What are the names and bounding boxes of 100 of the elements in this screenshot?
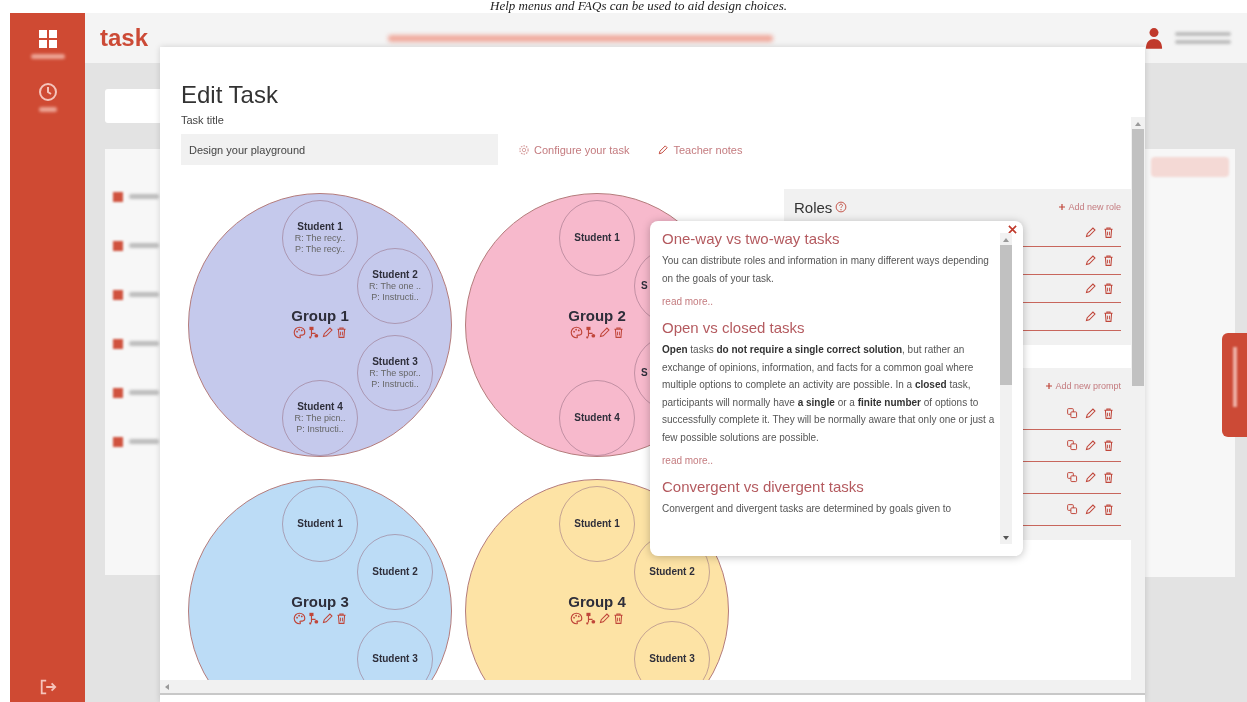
copy-icon[interactable] <box>1066 407 1079 420</box>
scrollbar[interactable] <box>1131 117 1145 680</box>
edit-icon[interactable] <box>1084 471 1097 484</box>
blurred-text <box>38 107 57 112</box>
student-detail: P: Instructi.. <box>296 424 344 435</box>
trash-icon[interactable] <box>611 612 625 625</box>
student-name: Student 1 <box>297 221 343 233</box>
grid-icon[interactable] <box>37 29 58 49</box>
palette-icon[interactable] <box>292 612 306 625</box>
trash-icon[interactable] <box>1102 407 1115 420</box>
edit-icon[interactable] <box>597 326 611 339</box>
edit-icon <box>657 143 670 156</box>
edit-icon[interactable] <box>1084 254 1097 267</box>
edit-icon[interactable] <box>1084 503 1097 516</box>
student-name: Student 3 <box>372 653 418 665</box>
trash-icon[interactable] <box>1102 282 1115 295</box>
student-name: Student 4 <box>297 401 343 413</box>
hierarchy-icon[interactable] <box>306 612 320 625</box>
caption: Help menus and FAQs can be used to aid design choices. <box>489 0 788 13</box>
read-more-link[interactable]: read more.. <box>662 295 998 309</box>
hierarchy-icon[interactable] <box>306 326 320 339</box>
trash-icon[interactable] <box>1102 471 1115 484</box>
student-name: Student 1 <box>574 518 620 530</box>
list-icon <box>113 338 123 349</box>
blurred-text <box>1175 32 1231 36</box>
user-icon[interactable] <box>1145 27 1163 49</box>
edit-icon[interactable] <box>320 326 334 339</box>
scrollbar[interactable] <box>160 680 1145 695</box>
panel-title: Roles <box>794 198 833 216</box>
palette-icon[interactable] <box>569 612 583 625</box>
edit-icon[interactable] <box>320 612 334 625</box>
section-heading: Open vs closed tasks <box>662 318 806 337</box>
help-icon[interactable] <box>835 201 848 213</box>
read-more-link[interactable]: read more.. <box>662 454 998 468</box>
trash-icon[interactable] <box>1102 310 1115 323</box>
group-name: Group 1 <box>291 307 349 325</box>
trash-icon[interactable] <box>1102 439 1115 452</box>
blurred-text <box>30 54 65 59</box>
clock-icon[interactable] <box>37 82 58 102</box>
student-name: Student 3 <box>372 356 418 368</box>
feedback-tab[interactable] <box>1222 333 1247 437</box>
blurred-text <box>129 439 159 444</box>
student-detail: P: The recy.. <box>294 244 346 255</box>
list-icon <box>113 240 123 251</box>
blurred-text <box>1175 40 1231 44</box>
section-heading: One-way vs two-way tasks <box>662 229 841 248</box>
blurred-text <box>129 390 159 395</box>
palette-icon[interactable] <box>569 326 583 339</box>
list-icon <box>113 289 123 300</box>
trash-icon[interactable] <box>611 326 625 339</box>
trash-icon[interactable] <box>334 612 348 625</box>
student-name: S <box>641 367 648 379</box>
student-detail: R: The one .. <box>369 281 421 292</box>
student-detail: R: The picn.. <box>294 413 346 424</box>
edit-icon[interactable] <box>597 612 611 625</box>
palette-icon[interactable] <box>292 326 306 339</box>
hierarchy-icon[interactable] <box>583 326 597 339</box>
section-text: Open tasks do not require a single correct solution, but rather an exchange of opinions, information, and facts for a common goal where multiple options to complete an activity are possible. In a closed task, participants will normally have a single or a finite number of options to successfully complete it. They will be normally aware that only one or just a few possible solutions are possible. <box>662 343 996 445</box>
edit-icon[interactable] <box>1084 439 1097 452</box>
blurred-text <box>129 194 159 199</box>
trash-icon[interactable] <box>1102 503 1115 516</box>
edit-icon[interactable] <box>1084 407 1097 420</box>
scrollbar[interactable] <box>1000 233 1012 544</box>
group-name: Group 2 <box>568 307 626 325</box>
field-label: Task title <box>181 113 225 127</box>
student-name: Student 2 <box>372 566 418 578</box>
list-icon <box>113 191 123 202</box>
edit-icon[interactable] <box>1084 282 1097 295</box>
student-name: Student 4 <box>574 412 620 424</box>
section-heading: Convergent vs divergent tasks <box>662 477 865 496</box>
student-detail: R: The spor.. <box>369 368 421 379</box>
logout-icon[interactable] <box>38 678 57 696</box>
edit-icon[interactable] <box>1084 226 1097 239</box>
plus-icon <box>1058 203 1067 211</box>
student-name: Student 1 <box>297 518 343 530</box>
trash-icon[interactable] <box>334 326 348 339</box>
logo[interactable]: task <box>100 24 149 52</box>
student-detail: P: Instructi.. <box>371 292 419 303</box>
edit-icon[interactable] <box>1084 310 1097 323</box>
copy-icon[interactable] <box>1066 439 1079 452</box>
blurred-text <box>129 243 159 248</box>
group-name: Group 4 <box>568 593 626 611</box>
student-detail: R: The recy.. <box>294 233 346 244</box>
hierarchy-icon[interactable] <box>583 612 597 625</box>
student-name: Student 2 <box>372 269 418 281</box>
close-icon[interactable] <box>1008 225 1017 234</box>
list-icon <box>113 387 123 398</box>
task-title-field[interactable]: Design your playground <box>181 134 498 165</box>
settings-icon <box>518 143 530 156</box>
student-detail: P: Instructi.. <box>371 379 419 390</box>
student-name: S <box>641 280 648 292</box>
student-name: Student 3 <box>649 653 695 665</box>
trash-icon[interactable] <box>1102 226 1115 239</box>
group-name: Group 3 <box>291 593 349 611</box>
copy-icon[interactable] <box>1066 503 1079 516</box>
trash-icon[interactable] <box>1102 254 1115 267</box>
list-icon <box>113 436 123 447</box>
student-name: Student 2 <box>649 566 695 578</box>
copy-icon[interactable] <box>1066 471 1079 484</box>
plus-icon <box>1045 382 1054 390</box>
